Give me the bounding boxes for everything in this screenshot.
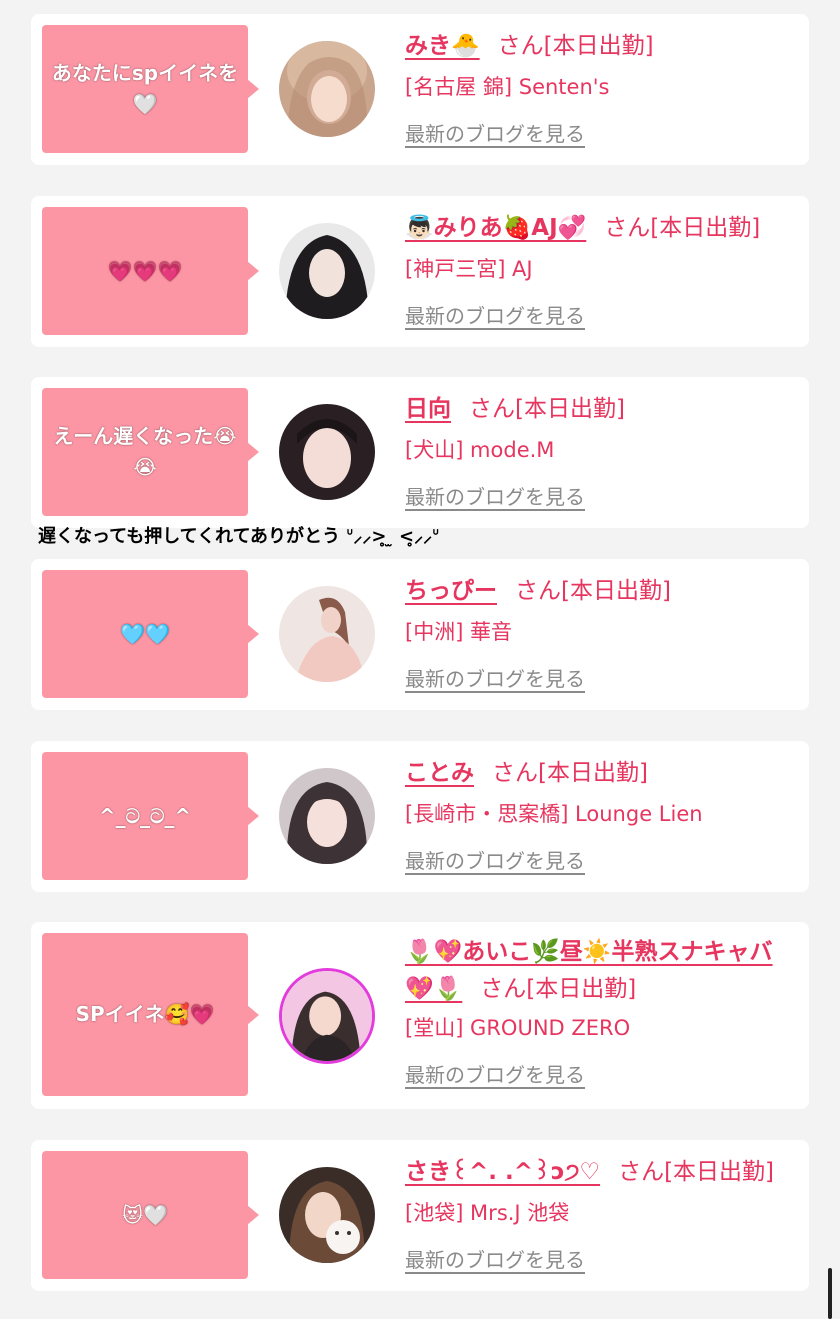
info: みき🐣 さん[本日出勤] [名古屋 錦] Senten's 最新のブログを見る xyxy=(405,30,801,148)
notification-card: えーん遅くなった😭😭 日向 さん[本日出勤] [犬山] mode.M 最新のブログ… xyxy=(31,377,809,528)
cast-name-link[interactable]: ちっぴー xyxy=(405,578,497,604)
avatar[interactable] xyxy=(279,768,375,864)
status-text: さん[本日出勤] xyxy=(618,1159,775,1185)
latest-blog-link[interactable]: 最新のブログを見る xyxy=(405,120,585,148)
shop-text: [堂山] GROUND ZERO xyxy=(405,1016,631,1040)
shop-text: [名古屋 錦] Senten's xyxy=(405,75,610,99)
cast-name-link[interactable]: みき🐣 xyxy=(405,33,480,59)
latest-blog-link[interactable]: 最新のブログを見る xyxy=(405,302,585,330)
avatar[interactable] xyxy=(279,404,375,500)
message-bubble: 😻🤍 xyxy=(42,1151,259,1279)
name-line: みき🐣 さん[本日出勤] xyxy=(405,30,801,63)
avatar[interactable] xyxy=(279,41,375,137)
info: 日向 さん[本日出勤] [犬山] mode.M 最新のブログを見る xyxy=(405,393,801,511)
message-bubble: SPイイネ🥰💗 xyxy=(42,933,259,1096)
status-text: さん[本日出勤] xyxy=(480,976,637,1002)
scrollbar[interactable] xyxy=(828,1268,832,1319)
info: さき꒰^. .^꒱ɔ੭♡ さん[本日出勤] [池袋] Mrs.J 池袋 最新のブロ… xyxy=(405,1156,801,1274)
shop-text: [犬山] mode.M xyxy=(405,438,555,462)
avatar[interactable] xyxy=(279,968,375,1064)
latest-blog-link[interactable]: 最新のブログを見る xyxy=(405,1061,585,1089)
info: ちっぴー さん[本日出勤] [中洲] 華音 最新のブログを見る xyxy=(405,575,801,693)
info: ことみ さん[本日出勤] [長崎市・思案橋] Lounge Lien 最新のブログ… xyxy=(405,757,801,875)
name-line: 👼🏻みりあ🍓AJ💞 さん[本日出勤] xyxy=(405,212,801,245)
info: 🌷💖あいこ🌿昼☀️半熟スナキャバ💖🌷 さん[本日出勤] [堂山] GROUND Z… xyxy=(405,934,801,1089)
status-text: さん[本日出勤] xyxy=(497,33,654,59)
shop-text: [池袋] Mrs.J 池袋 xyxy=(405,1201,570,1225)
name-line: ちっぴー さん[本日出勤] xyxy=(405,575,801,608)
notification-card: 💗💗💗 👼🏻みりあ🍓AJ💞 さん[本日出勤] [神戸三宮] AJ 最新のブログを見… xyxy=(31,196,809,347)
latest-blog-link[interactable]: 最新のブログを見る xyxy=(405,847,585,875)
status-text: さん[本日出勤] xyxy=(604,215,761,241)
notification-card: 🩵🩵 ちっぴー さん[本日出勤] [中洲] 華音 最新のブログを見る xyxy=(31,559,809,710)
status-text: さん[本日出勤] xyxy=(492,760,648,786)
message-bubble: あなたにspイイネを🤍 xyxy=(42,25,259,153)
avatar[interactable] xyxy=(279,586,375,682)
reply-comment: 遅くなっても押してくれてありがとう ᐡ⸝⸝>̥̥ ̫ <̥̥⸝⸝ᐡ xyxy=(38,526,440,547)
notification-card: SPイイネ🥰💗 🌷💖あいこ🌿昼☀️半熟スナキャバ💖🌷 さん[本日出勤] [堂山] … xyxy=(31,922,809,1109)
status-text: さん[本日出勤] xyxy=(469,396,625,422)
latest-blog-link[interactable]: 最新のブログを見る xyxy=(405,483,585,511)
name-line: ことみ さん[本日出勤] xyxy=(405,757,801,790)
message-bubble: 🩵🩵 xyxy=(42,570,259,698)
message-bubble: ^_ට_ට_^ xyxy=(42,752,259,880)
name-line: 🌷💖あいこ🌿昼☀️半熟スナキャバ💖🌷 さん[本日出勤] xyxy=(405,934,801,1008)
name-line: さき꒰^. .^꒱ɔ੭♡ さん[本日出勤] xyxy=(405,1156,801,1189)
name-line: 日向 さん[本日出勤] xyxy=(405,393,801,426)
cast-name-link[interactable]: 👼🏻みりあ🍓AJ💞 xyxy=(405,215,586,241)
info: 👼🏻みりあ🍓AJ💞 さん[本日出勤] [神戸三宮] AJ 最新のブログを見る xyxy=(405,212,801,330)
shop-text: [中洲] 華音 xyxy=(405,620,513,644)
status-text: さん[本日出勤] xyxy=(515,578,671,604)
shop-text: [長崎市・思案橋] Lounge Lien xyxy=(405,802,703,826)
avatar[interactable] xyxy=(279,1167,375,1263)
avatar[interactable] xyxy=(279,223,375,319)
notification-card: ^_ට_ට_^ ことみ さん[本日出勤] [長崎市・思案橋] Lounge Lie… xyxy=(31,741,809,892)
latest-blog-link[interactable]: 最新のブログを見る xyxy=(405,1246,585,1274)
shop-text: [神戸三宮] AJ xyxy=(405,257,533,281)
message-bubble: 💗💗💗 xyxy=(42,207,259,335)
message-bubble: えーん遅くなった😭😭 xyxy=(42,388,259,516)
cast-name-link[interactable]: さき꒰^. .^꒱ɔ੭♡ xyxy=(405,1159,600,1185)
latest-blog-link[interactable]: 最新のブログを見る xyxy=(405,665,585,693)
cast-name-link[interactable]: ことみ xyxy=(405,760,474,786)
notification-card: あなたにspイイネを🤍 みき🐣 さん[本日出勤] [名古屋 錦] Senten's… xyxy=(31,14,809,165)
cast-name-link[interactable]: 日向 xyxy=(405,396,451,422)
notification-card: 😻🤍 さき꒰^. .^꒱ɔ੭♡ さん[本日出勤] [池袋] Mrs.J 池袋 最新… xyxy=(31,1140,809,1291)
